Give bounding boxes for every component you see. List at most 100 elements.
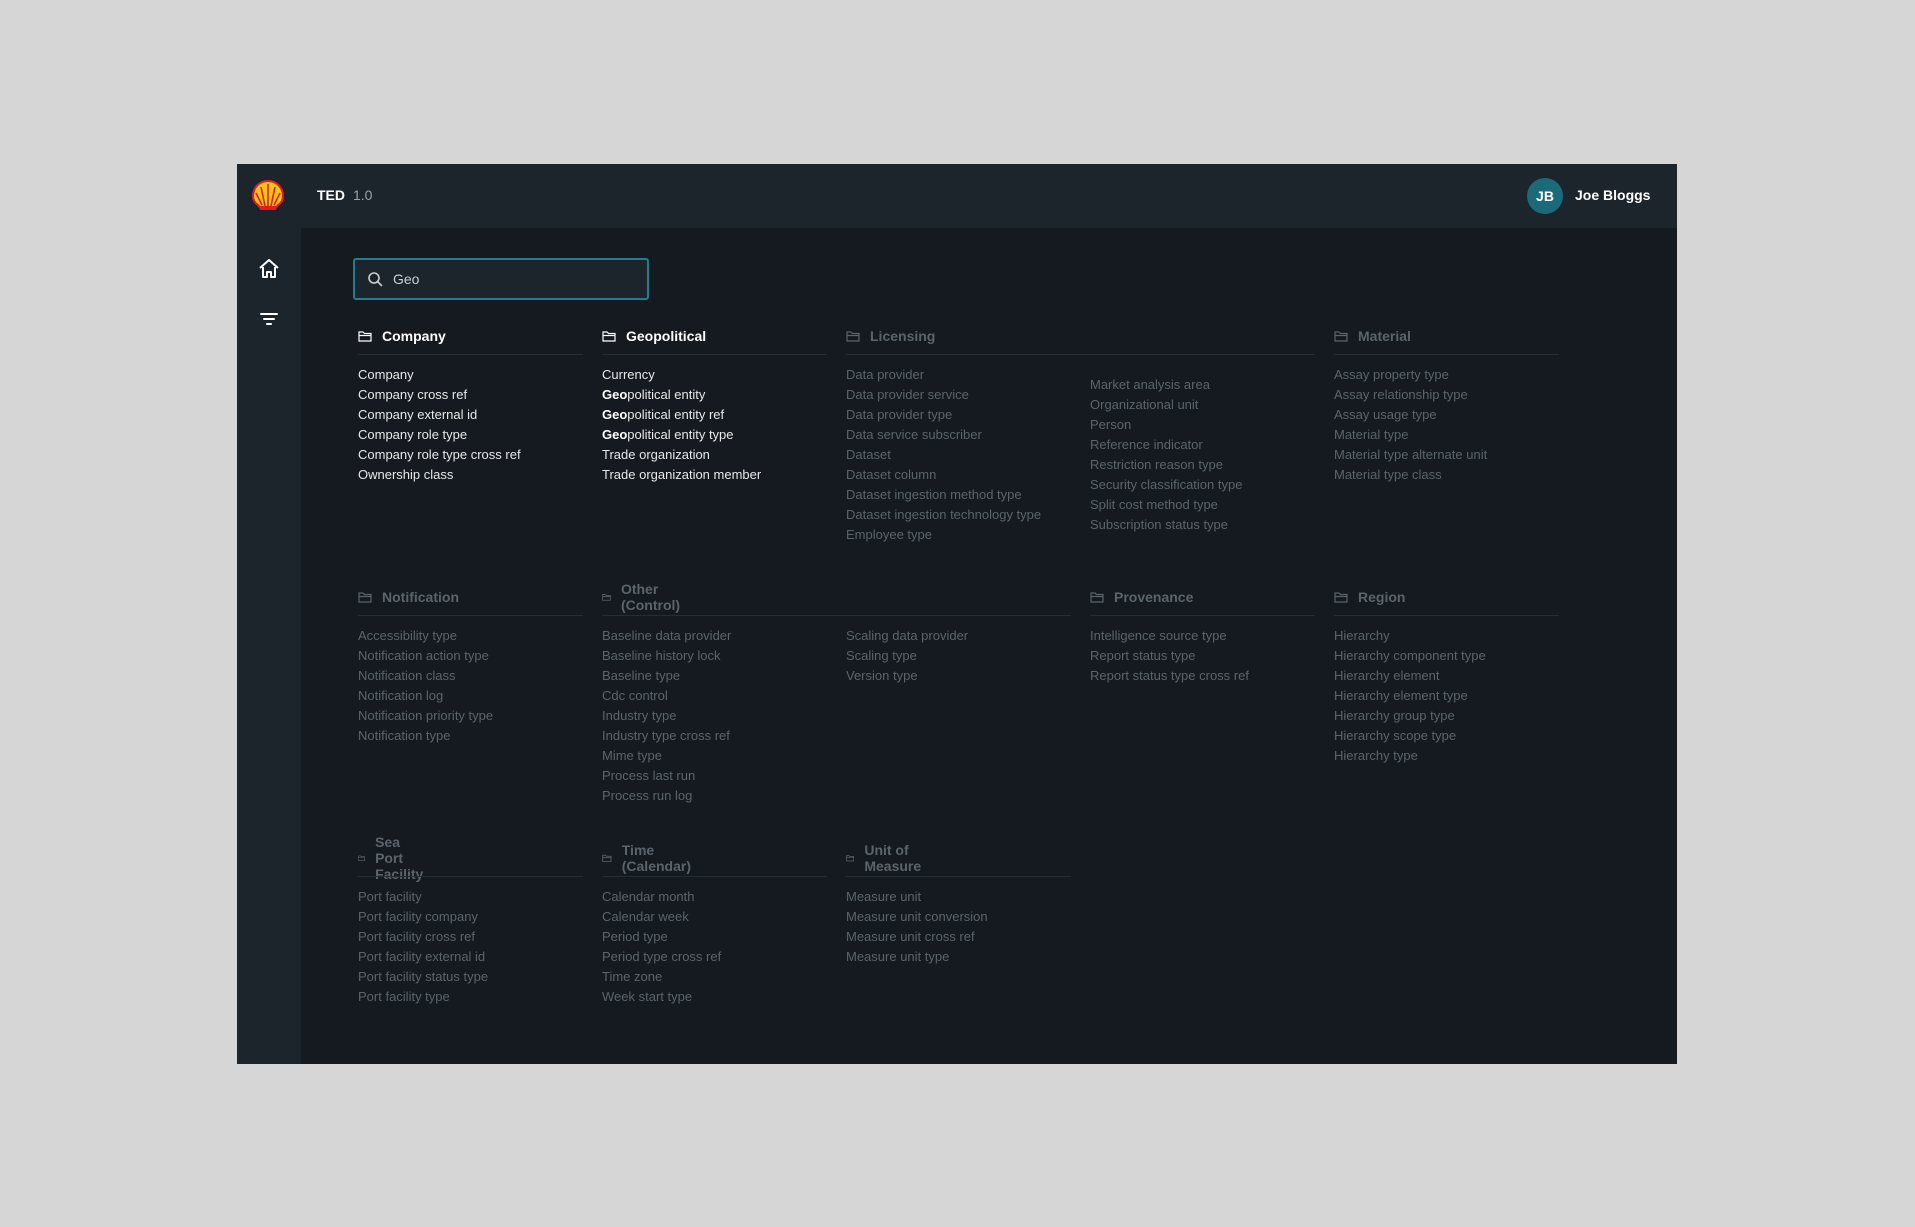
list-item[interactable]: Cdc control [602,688,668,704]
list-item[interactable]: Organizational unit [1090,397,1198,413]
list-item[interactable]: Material type [1334,427,1408,443]
list-item[interactable]: Assay usage type [1334,407,1437,423]
category-header[interactable]: Sea Port Facility [358,834,430,882]
category-header[interactable]: Unit of Measure [846,842,927,874]
category-header[interactable]: Notification [358,587,459,607]
list-item[interactable]: Time zone [602,969,662,985]
list-item[interactable]: Split cost method type [1090,497,1218,513]
list-item[interactable]: Subscription status type [1090,517,1228,533]
list-item[interactable]: Assay property type [1334,367,1449,383]
list-item[interactable]: Process run log [602,788,692,804]
list-item[interactable]: Dataset [846,447,891,463]
list-item[interactable]: Restriction reason type [1090,457,1223,473]
list-item[interactable]: Report status type cross ref [1090,668,1249,684]
search-input[interactable] [393,260,643,298]
category-header[interactable]: Geopolitical [602,326,706,346]
list-item[interactable]: Security classification type [1090,477,1242,493]
list-item[interactable]: Material type class [1334,467,1442,483]
category-label: Sea Port Facility [375,834,424,882]
list-item[interactable]: Ownership class [358,467,453,483]
list-item[interactable]: Mime type [602,748,662,764]
list-item[interactable]: Company [358,367,414,383]
list-item[interactable]: Dataset column [846,467,936,483]
list-item[interactable]: Data provider service [846,387,969,403]
list-item[interactable]: Assay relationship type [1334,387,1468,403]
list-item[interactable]: Notification type [358,728,451,744]
list-item[interactable]: Trade organization [602,447,710,463]
list-item[interactable]: Hierarchy element type [1334,688,1468,704]
list-item[interactable]: Port facility type [358,989,450,1005]
list-item[interactable]: Baseline data provider [602,628,731,644]
category-header[interactable]: Other (Control) [602,581,685,613]
list-item[interactable]: Version type [846,668,918,684]
category-header[interactable]: Region [1334,587,1405,607]
category-header[interactable]: Time (Calendar) [602,842,695,874]
category-label: Geopolitical [626,328,707,344]
list-item[interactable]: Geopolitical entity [602,387,705,403]
list-item[interactable]: Company role type [358,427,467,443]
list-item[interactable]: Geopolitical entity type [602,427,734,443]
category-header[interactable]: Provenance [1090,587,1193,607]
list-item[interactable]: Reference indicator [1090,437,1203,453]
list-item[interactable]: Notification action type [358,648,489,664]
list-item[interactable]: Baseline history lock [602,648,721,664]
category-header[interactable]: Material [1334,326,1411,346]
list-item[interactable]: Port facility company [358,909,478,925]
list-item[interactable]: Scaling type [846,648,917,664]
list-item[interactable]: Person [1090,417,1131,433]
search-box[interactable] [353,258,649,300]
list-item[interactable]: Port facility cross ref [358,929,475,945]
list-item[interactable]: Calendar month [602,889,695,905]
folder-icon [602,331,616,342]
list-item[interactable]: Dataset ingestion method type [846,487,1022,503]
list-item[interactable]: Company external id [358,407,477,423]
list-item[interactable]: Period type cross ref [602,949,721,965]
list-item[interactable]: Intelligence source type [1090,628,1227,644]
list-item[interactable]: Industry type cross ref [602,728,730,744]
list-item[interactable]: Report status type [1090,648,1196,664]
list-item[interactable]: Hierarchy scope type [1334,728,1456,744]
list-item[interactable]: Company cross ref [358,387,467,403]
list-item[interactable]: Industry type [602,708,676,724]
list-item[interactable]: Company role type cross ref [358,447,521,463]
list-item[interactable]: Data service subscriber [846,427,982,443]
list-item[interactable]: Measure unit [846,889,921,905]
list-item[interactable]: Hierarchy element [1334,668,1440,684]
user-name[interactable]: Joe Bloggs [1575,187,1650,203]
list-item[interactable]: Port facility external id [358,949,485,965]
list-item[interactable]: Data provider type [846,407,952,423]
list-item[interactable]: Hierarchy type [1334,748,1418,764]
list-item[interactable]: Notification log [358,688,443,704]
list-item[interactable]: Hierarchy [1334,628,1390,644]
list-item[interactable]: Scaling data provider [846,628,968,644]
home-icon[interactable] [257,257,281,281]
list-item[interactable]: Trade organization member [602,467,761,483]
shell-logo[interactable] [251,179,285,213]
list-item[interactable]: Notification class [358,668,456,684]
category-header[interactable]: Company [358,326,446,346]
list-item[interactable]: Notification priority type [358,708,493,724]
list-item[interactable]: Process last run [602,768,695,784]
filter-icon[interactable] [257,307,281,331]
list-item[interactable]: Hierarchy component type [1334,648,1486,664]
list-item[interactable]: Week start type [602,989,692,1005]
list-item[interactable]: Employee type [846,527,932,543]
list-item[interactable]: Material type alternate unit [1334,447,1487,463]
list-item[interactable]: Port facility status type [358,969,488,985]
list-item[interactable]: Measure unit conversion [846,909,988,925]
list-item[interactable]: Accessibility type [358,628,457,644]
list-item[interactable]: Hierarchy group type [1334,708,1455,724]
list-item[interactable]: Period type [602,929,668,945]
avatar[interactable]: JB [1527,178,1563,214]
list-item[interactable]: Geopolitical entity ref [602,407,724,423]
list-item[interactable]: Measure unit cross ref [846,929,975,945]
list-item[interactable]: Currency [602,367,655,383]
list-item[interactable]: Dataset ingestion technology type [846,507,1041,523]
category-header[interactable]: Licensing [846,326,935,346]
list-item[interactable]: Baseline type [602,668,680,684]
list-item[interactable]: Market analysis area [1090,377,1210,393]
list-item[interactable]: Port facility [358,889,422,905]
list-item[interactable]: Calendar week [602,909,689,925]
list-item[interactable]: Measure unit type [846,949,949,965]
list-item[interactable]: Data provider [846,367,924,383]
